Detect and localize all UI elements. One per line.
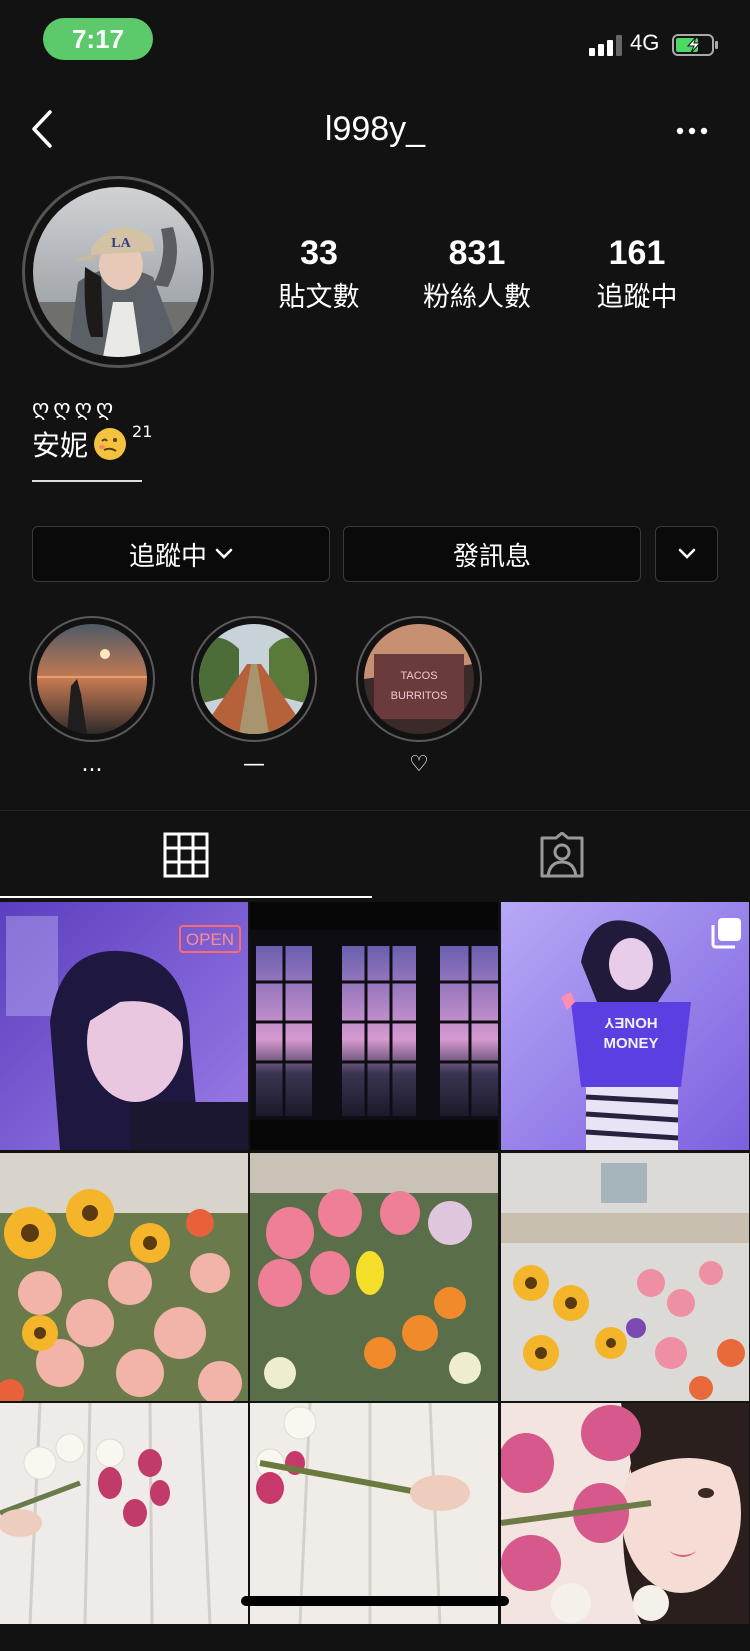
woozy-face-icon (94, 428, 127, 460)
message-button-label: 發訊息 (452, 541, 531, 572)
highlight-path-image (199, 624, 309, 734)
shirt-text-line1: HONEY (604, 1014, 657, 1031)
story-highlight-path[interactable] (191, 616, 317, 742)
more-dots-icon (676, 127, 708, 135)
tagged-person-icon (540, 832, 584, 878)
following-button-label: 追蹤中 (128, 541, 207, 572)
bio-underline (32, 480, 142, 482)
back-button[interactable] (24, 106, 64, 152)
stat-followers[interactable]: 831 粉絲人數 (402, 234, 552, 314)
suggested-accounts-button[interactable] (655, 526, 718, 582)
stat-following-label: 追蹤中 (596, 282, 678, 313)
highlight-sign-image: TACOS BURRITOS (364, 624, 474, 734)
tab-posts-grid[interactable] (0, 812, 372, 898)
highlight-sunset-image (37, 624, 147, 734)
profile-avatar[interactable]: LA (22, 176, 214, 368)
post-thumbnail[interactable] (250, 1403, 498, 1651)
sign-text-line2: BURRITOS (391, 690, 448, 702)
post-thumbnail[interactable] (501, 1153, 749, 1401)
battery-icon (672, 33, 720, 57)
highlight-label-1: ... (81, 752, 103, 777)
stat-posts-count: 33 (300, 234, 338, 272)
following-button[interactable]: 追蹤中 (32, 526, 330, 582)
chevron-left-icon (32, 110, 52, 148)
status-time: 7:17 (43, 18, 153, 60)
post-thumbnail[interactable] (0, 1153, 248, 1401)
story-highlight-sunset[interactable] (29, 616, 155, 742)
stat-following[interactable]: 161 追蹤中 (562, 234, 712, 314)
section-divider (0, 810, 750, 811)
chevron-down-icon (215, 548, 233, 559)
story-highlight-sign[interactable]: TACOS BURRITOS (356, 616, 482, 742)
multiple-photos-icon (711, 918, 741, 949)
message-button[interactable]: 發訊息 (343, 526, 641, 582)
stat-posts[interactable]: 33 貼文數 (244, 234, 394, 314)
chevron-down-icon (678, 548, 695, 559)
avatar-photo: LA (33, 187, 203, 357)
profile-username: l998y_ (324, 110, 426, 148)
tab-tagged[interactable] (376, 812, 748, 898)
network-label: 4G (630, 30, 660, 55)
bio-name: 安妮 (32, 429, 89, 462)
post-thumbnail[interactable] (250, 1153, 498, 1401)
post-thumbnail[interactable] (0, 1403, 248, 1651)
stat-posts-label: 貼文數 (278, 282, 360, 313)
svg-text:LA: LA (111, 236, 131, 251)
highlight-label-3: ♡ (409, 752, 429, 777)
stat-followers-label: 粉絲人數 (423, 282, 531, 313)
home-indicator (241, 1596, 509, 1606)
stat-followers-count: 831 (448, 234, 506, 272)
sign-text-line1: TACOS (400, 670, 437, 682)
open-sign-text: OPEN (186, 930, 234, 949)
post-thumbnail[interactable]: OPEN (0, 902, 248, 1150)
bio-line: 安妮 21 (32, 422, 153, 464)
post-thumbnail[interactable]: HONEY MONEY (501, 902, 749, 1150)
grid-icon (163, 832, 209, 878)
post-thumbnail[interactable] (250, 902, 498, 1150)
stat-following-count: 161 (608, 234, 666, 272)
active-tab-indicator (0, 896, 372, 898)
signal-icon (589, 34, 623, 56)
bio-symbols: ღღღღ (32, 396, 118, 421)
highlight-label-2: — (243, 752, 265, 777)
more-options-button[interactable] (670, 116, 714, 146)
shirt-text-line2: MONEY (603, 1035, 658, 1052)
post-thumbnail[interactable] (501, 1403, 749, 1651)
bio-superscript: 21 (132, 422, 153, 441)
